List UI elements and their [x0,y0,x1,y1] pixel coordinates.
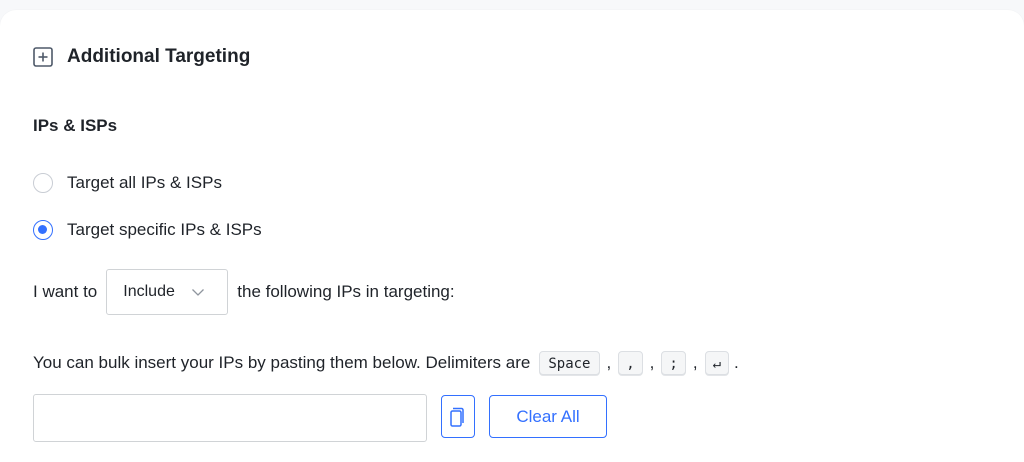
radio-target-all[interactable]: Target all IPs & ISPs [33,173,222,193]
delimiter-separator: , [692,353,698,372]
delimiter-enter: ↵ [704,351,730,375]
targeting-suffix: the following IPs in targeting: [237,282,455,301]
radio-target-specific[interactable]: Target specific IPs & ISPs [33,220,262,240]
bulk-insert-hint: You can bulk insert your IPs by pasting … [33,349,739,377]
radio-label: Target all IPs & ISPs [67,173,222,192]
select-value: Include [123,283,175,300]
radio-button-checked[interactable] [33,220,53,240]
bulk-hint-end: . [734,353,739,372]
plus-square-icon[interactable] [33,47,53,67]
section-title: Additional Targeting [67,46,251,67]
delimiter-semicolon: ; [661,351,686,375]
additional-targeting-header[interactable]: Additional Targeting [33,46,250,68]
radio-button-unchecked[interactable] [33,173,53,193]
bulk-hint-text: You can bulk insert your IPs by pasting … [33,353,531,372]
delimiter-space: Space [539,351,600,375]
targeting-card: Additional Targeting IPs & ISPs Target a… [0,10,1024,462]
targeting-mode-row: I want to Include the following IPs in t… [33,268,455,316]
delimiter-separator: , [606,353,612,372]
clear-all-button[interactable]: Clear All [489,395,607,438]
chevron-down-icon [191,289,204,296]
targeting-prefix: I want to [33,282,98,301]
ips-heading: IPs & ISPs [33,116,118,135]
ip-bulk-input[interactable] [33,394,427,442]
radio-label: Target specific IPs & ISPs [67,220,262,239]
delimiter-comma: , [618,351,643,375]
delimiter-separator: , [649,353,655,372]
include-exclude-select[interactable]: Include [106,269,229,315]
copy-button[interactable] [441,395,475,438]
copy-icon [450,407,464,427]
